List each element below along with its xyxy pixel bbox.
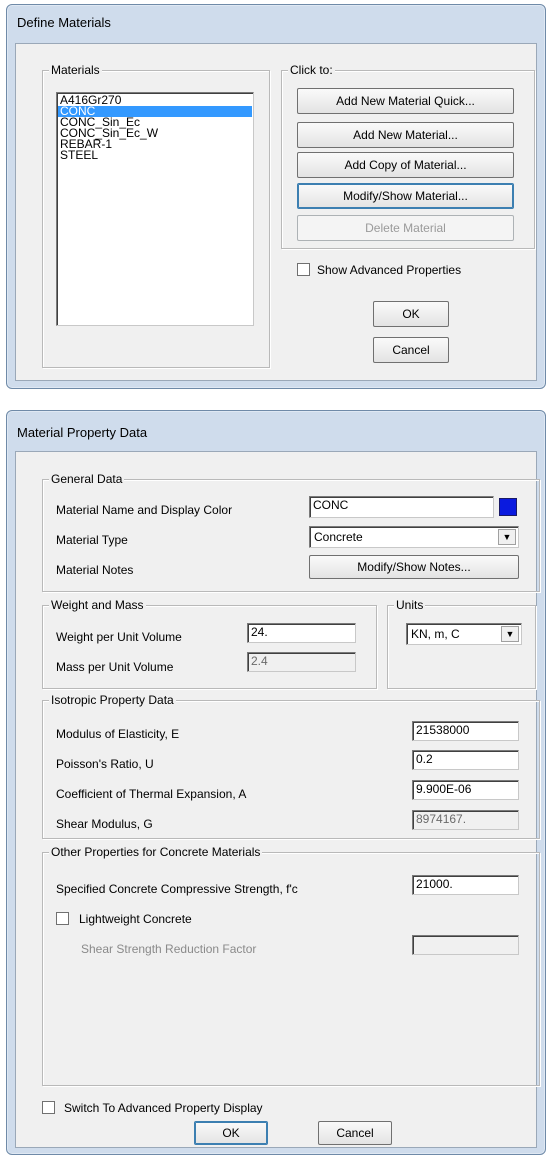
thermal-expansion-field[interactable]: 9.900E-06: [412, 780, 519, 800]
shear-strength-factor-field: [412, 935, 519, 955]
poissons-ratio-field[interactable]: 0.2: [412, 750, 519, 770]
shear-strength-factor-label: Shear Strength Reduction Factor: [81, 942, 257, 956]
material-name-field[interactable]: CONC: [309, 496, 494, 518]
material-property-window: Material Property Data General Data Mate…: [6, 410, 546, 1155]
lightweight-concrete-checkbox[interactable]: [56, 912, 69, 925]
show-advanced-label: Show Advanced Properties: [317, 263, 462, 277]
chevron-down-icon[interactable]: ▼: [501, 626, 519, 642]
weight-per-volume-label: Weight per Unit Volume: [56, 630, 182, 644]
add-material-quick-button[interactable]: Add New Material Quick...: [297, 88, 514, 114]
fc-label: Specified Concrete Compressive Strength,…: [56, 882, 298, 896]
modulus-elasticity-label: Modulus of Elasticity, E: [56, 727, 180, 741]
mass-per-volume-field: 2.4: [247, 652, 356, 672]
chevron-down-icon[interactable]: ▼: [498, 529, 516, 545]
material-type-value: Concrete: [314, 530, 363, 544]
display-color-swatch[interactable]: [499, 498, 517, 516]
units-group-label: Units: [394, 598, 426, 612]
materials-group: Materials A416Gr270 CONC CONC_Sin_Ec CON…: [42, 63, 270, 368]
material-type-select[interactable]: Concrete ▼: [309, 526, 519, 548]
add-copy-material-button[interactable]: Add Copy of Material...: [297, 152, 514, 178]
isotropic-group-label: Isotropic Property Data: [49, 693, 176, 707]
define-materials-cancel-button[interactable]: Cancel: [373, 337, 449, 363]
add-new-material-button[interactable]: Add New Material...: [297, 122, 514, 148]
concrete-properties-group: Other Properties for Concrete Materials …: [42, 845, 540, 1086]
delete-material-button: Delete Material: [297, 215, 514, 241]
mass-per-volume-label: Mass per Unit Volume: [56, 660, 174, 674]
modify-show-notes-button[interactable]: Modify/Show Notes...: [309, 555, 519, 579]
units-value: KN, m, C: [411, 627, 460, 641]
weight-mass-label: Weight and Mass: [49, 598, 146, 612]
click-to-group-label: Click to:: [288, 63, 335, 77]
material-name-label: Material Name and Display Color: [56, 503, 233, 517]
general-data-group: General Data Material Name and Display C…: [42, 472, 540, 592]
click-to-group: Click to: Add New Material Quick... Add …: [281, 63, 535, 249]
show-advanced-checkbox[interactable]: [297, 263, 310, 276]
material-property-client: General Data Material Name and Display C…: [15, 451, 540, 1148]
isotropic-group: Isotropic Property Data Modulus of Elast…: [42, 693, 540, 839]
material-type-label: Material Type: [56, 533, 128, 547]
weight-per-volume-field[interactable]: 24.: [247, 623, 356, 643]
weight-mass-group: Weight and Mass Weight per Unit Volume 2…: [42, 598, 377, 689]
materials-group-label: Materials: [49, 63, 102, 77]
general-data-label: General Data: [49, 472, 125, 486]
define-materials-client: Materials A416Gr270 CONC CONC_Sin_Ec CON…: [15, 43, 537, 381]
shear-modulus-label: Shear Modulus, G: [56, 817, 153, 831]
shear-modulus-field: 8974167.: [412, 810, 519, 830]
modify-show-material-button[interactable]: Modify/Show Material...: [297, 183, 514, 209]
materials-listbox[interactable]: A416Gr270 CONC CONC_Sin_Ec CONC_Sin_Ec_W…: [56, 92, 254, 326]
units-group: Units KN, m, C ▼: [387, 598, 536, 689]
switch-advanced-checkbox[interactable]: [42, 1101, 55, 1114]
concrete-properties-label: Other Properties for Concrete Materials: [49, 845, 263, 859]
material-notes-label: Material Notes: [56, 563, 134, 577]
poissons-ratio-label: Poisson's Ratio, U: [56, 757, 154, 771]
define-materials-window: Define Materials Materials A416Gr270 CON…: [6, 4, 546, 389]
switch-advanced-label: Switch To Advanced Property Display: [64, 1101, 263, 1115]
lightweight-concrete-label: Lightweight Concrete: [79, 912, 192, 926]
modulus-elasticity-field[interactable]: 21538000: [412, 721, 519, 741]
material-item[interactable]: STEEL: [58, 149, 252, 161]
material-property-title: Material Property Data: [17, 425, 148, 440]
define-materials-title: Define Materials: [17, 15, 111, 30]
fc-field[interactable]: 21000.: [412, 875, 519, 895]
units-select[interactable]: KN, m, C ▼: [406, 623, 522, 645]
define-materials-ok-button[interactable]: OK: [373, 301, 449, 327]
material-property-cancel-button[interactable]: Cancel: [318, 1121, 392, 1145]
thermal-expansion-label: Coefficient of Thermal Expansion, A: [56, 787, 247, 801]
material-property-ok-button[interactable]: OK: [194, 1121, 268, 1145]
